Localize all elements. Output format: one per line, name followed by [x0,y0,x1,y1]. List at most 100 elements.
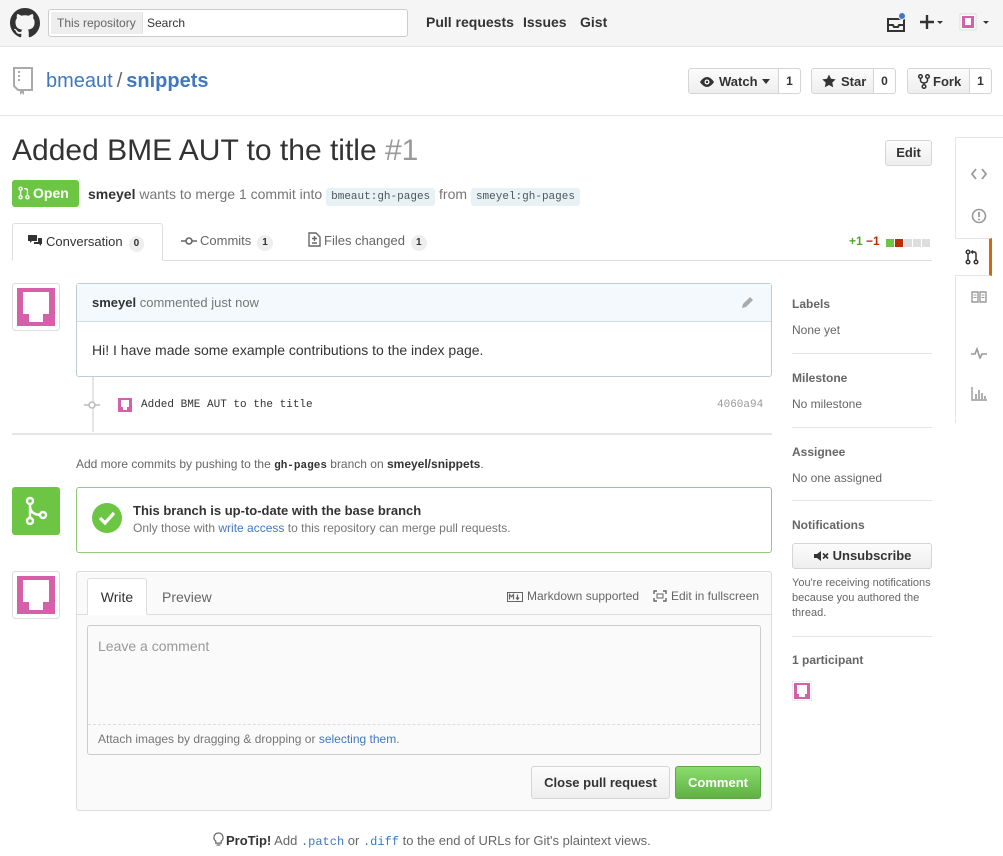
tab-conversation[interactable]: Conversation 0 [12,223,163,261]
search-box[interactable]: This repository Search [48,9,408,37]
commit-message[interactable]: Added BME AUT to the title [141,399,313,411]
write-tabs-line [77,614,771,615]
rail-wiki[interactable] [955,278,1003,316]
repo-title: bmeaut / snippets [46,70,209,93]
commit-sha[interactable]: 4060a94 [717,399,763,411]
file-diff-icon [308,232,321,247]
nav-issues[interactable]: Issues [523,14,567,30]
patch-link[interactable]: .patch [301,835,344,849]
pr-author-link[interactable]: smeyel [88,186,135,202]
graph-icon [971,387,987,401]
tab-files-label: Files changed [324,233,405,248]
select-files-link[interactable]: selecting them [319,732,396,746]
milestone-value: No milestone [792,397,863,411]
unsubscribe-button[interactable]: Unsubscribe [792,543,932,569]
participants-heading: 1 participant [792,653,864,667]
rail-issues[interactable] [955,197,1003,235]
sidebar-divider [792,500,932,501]
commit-avatar[interactable] [118,398,132,412]
avatar[interactable] [12,571,60,619]
tab-files-changed[interactable]: Files changed 1 [294,223,441,261]
wiki-icon [971,291,987,303]
lightbulb-icon [213,832,224,846]
rail-pull-requests[interactable] [955,238,992,276]
eye-icon [700,77,714,87]
plus-icon[interactable] [919,12,945,32]
avatar[interactable] [12,283,60,331]
write-tab[interactable]: Write [87,578,147,615]
pulse-icon [971,347,987,359]
repo-icon [12,66,36,96]
commit-icon [84,401,100,409]
labels-heading[interactable]: Labels [792,297,830,311]
push-hint-repo: smeyel/snippets [386,457,481,471]
participant-avatar[interactable] [792,681,812,701]
repo-owner-link[interactable]: bmeaut [46,70,113,92]
preview-tab[interactable]: Preview [162,589,212,605]
pr-from-text: from [439,186,468,202]
sidebar-divider [792,353,932,354]
tab-files-count: 1 [410,235,427,251]
merge-desc-pre: Only those with [133,521,216,535]
milestone-heading[interactable]: Milestone [792,371,847,385]
notifications-heading: Notifications [792,518,865,532]
check-icon [92,503,122,533]
pr-title: Added BME AUT to the title #1 [12,134,418,168]
caret-down-icon [762,79,770,84]
search-scope: This repository [51,12,143,34]
notifications-desc: You're receiving notifications because y… [792,577,931,619]
fork-icon [918,74,930,89]
timeline-divider [12,433,772,435]
close-pull-request-button[interactable]: Close pull request [531,766,670,799]
attach-divider [88,724,760,725]
markdown-link[interactable]: Markdown supported [507,589,639,603]
pencil-icon[interactable] [741,295,755,309]
search-input[interactable]: Search [147,10,185,36]
fork-button[interactable]: Fork [907,68,970,94]
diffstat[interactable]: +1 −1 [849,234,880,248]
watch-count[interactable]: 1 [779,68,801,94]
comment-placeholder: Leave a comment [98,638,210,654]
star-button[interactable]: Star [811,68,874,94]
nav-gist[interactable]: Gist [580,14,607,30]
repo-sep: / [116,70,123,92]
fork-label: Fork [933,74,962,89]
avatar-menu[interactable] [959,12,993,32]
merge-desc: Only those with write access to this rep… [133,521,511,535]
mute-icon [813,551,829,561]
assignee-heading[interactable]: Assignee [792,445,845,459]
comment-author[interactable]: smeyel [92,295,136,310]
star-count[interactable]: 0 [874,68,896,94]
attach-post: . [396,732,400,746]
comment-meta[interactable]: commented just now [140,295,259,310]
assignee-value: No one assigned [792,471,883,485]
diff-link[interactable]: .diff [363,835,399,849]
labels-value: None yet [792,323,841,337]
code-icon [971,168,987,180]
write-access-link[interactable]: write access [218,521,284,535]
rail-pulse[interactable] [955,334,1003,372]
comment-textarea[interactable]: Leave a comment Attach images by draggin… [87,625,761,755]
diffstat-removed: −1 [866,234,880,248]
push-hint-mid: branch on [330,457,384,471]
rail-code[interactable] [955,155,1003,193]
comment-body: Hi! I have made some example contributio… [92,342,484,358]
fullscreen-icon [653,590,667,602]
inbox-icon[interactable] [886,12,906,33]
fullscreen-link[interactable]: Edit in fullscreen [653,589,759,603]
tab-commits[interactable]: Commits 1 [167,223,287,261]
watch-button[interactable]: Watch [688,68,779,94]
protip-pre: Add [274,833,298,848]
watch-label: Watch [719,74,758,89]
star-label: Star [841,74,867,89]
repo-name-link[interactable]: snippets [126,70,208,92]
nav-pull-requests[interactable]: Pull requests [426,14,514,30]
sidebar-divider [792,636,932,637]
pull-request-icon [965,249,979,265]
comment-button[interactable]: Comment [675,766,761,799]
fork-count[interactable]: 1 [970,68,992,94]
edit-title-button[interactable]: Edit [885,140,932,166]
rail-graphs[interactable] [955,375,1003,413]
github-logo-icon[interactable] [10,8,40,38]
merge-branch-icon [12,487,60,535]
